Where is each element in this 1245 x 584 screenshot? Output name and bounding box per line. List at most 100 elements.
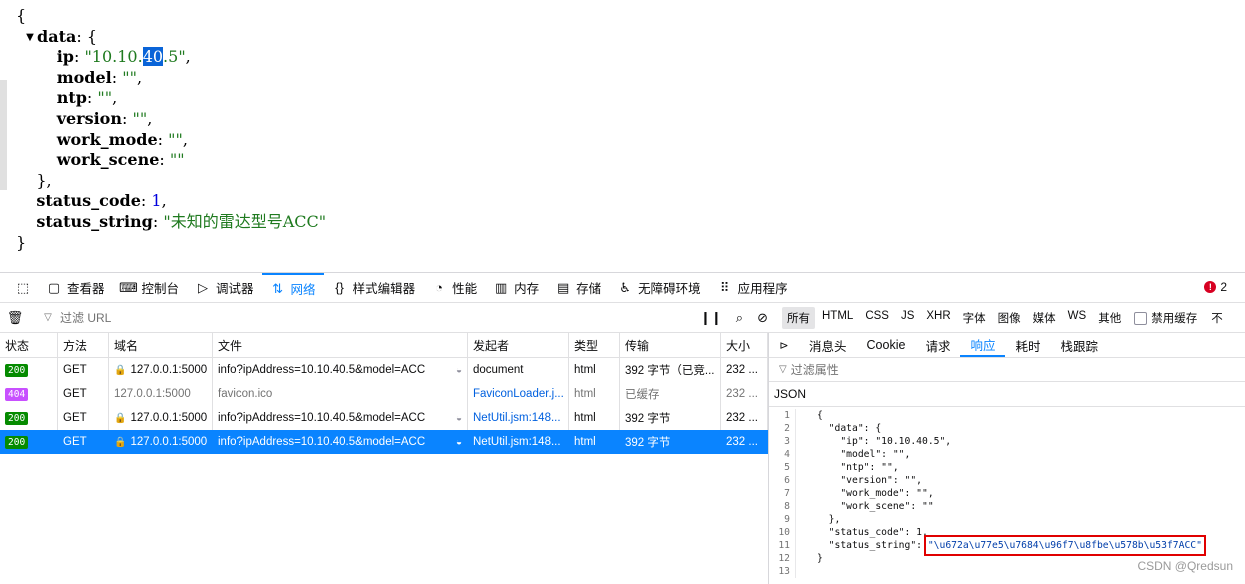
sidebar-toggle-icon[interactable]: ⊳ xyxy=(769,333,799,357)
json-key: ntp xyxy=(56,88,87,108)
tab-accessibility[interactable]: ♿ 无障碍环境 xyxy=(609,273,709,302)
detail-tab[interactable]: Cookie xyxy=(857,333,916,357)
json-string: "" xyxy=(168,129,183,149)
memory-icon: ▥ xyxy=(494,279,508,295)
search-icon[interactable]: ⌕ xyxy=(736,310,743,326)
json-string: "" xyxy=(132,108,148,128)
error-icon: ! xyxy=(1204,281,1217,293)
line-number: 10 xyxy=(778,527,790,538)
detail-tab[interactable]: 响应 xyxy=(960,333,1006,357)
type-filter-button[interactable]: XHR xyxy=(921,307,955,329)
request-row[interactable]: 404 GET 127.0.0.1:5000 favicon.ico FaviconLo… xyxy=(0,382,768,406)
json-key: data xyxy=(37,26,77,46)
json-key: ip xyxy=(56,47,74,67)
detail-tab[interactable]: 请求 xyxy=(915,333,960,357)
json-line: ▼ data: { xyxy=(16,27,326,48)
detail-tabs: ⊳ 消息头 Cookie 请求 响应 耗时 栈跟踪 xyxy=(769,333,1245,358)
disable-cache-checkbox[interactable]: 禁用缓存 xyxy=(1134,310,1197,326)
tab-debugger[interactable]: ▷ 调试器 xyxy=(187,273,262,302)
json-key: work_mode xyxy=(56,129,158,149)
tab-network[interactable]: ⇅ 网络 xyxy=(261,273,324,302)
json-sep: : xyxy=(159,150,170,170)
type-filter-button[interactable]: JS xyxy=(896,307,919,329)
tab-label: 内存 xyxy=(514,282,540,296)
tab-inspector[interactable]: ▢ 查看器 xyxy=(38,273,113,302)
type-filter-button[interactable]: 媒体 xyxy=(1028,307,1061,329)
code-line: 4 "model": "", xyxy=(769,448,1245,461)
filter-properties-input[interactable]: ▽ 过滤属性 xyxy=(769,358,1245,382)
column-header[interactable]: 文件 xyxy=(213,333,468,357)
type-filter-button[interactable]: 字体 xyxy=(958,307,991,329)
json-tree: { ▼ data: { ip: "10.10.40.5", model: "",… xyxy=(16,6,326,253)
json-punct: , xyxy=(161,191,167,211)
line-number: 6 xyxy=(784,475,790,486)
tab-style-editor[interactable]: {} 样式编辑器 xyxy=(324,273,424,302)
code-gutter xyxy=(795,565,817,578)
column-header[interactable]: 状态 xyxy=(0,333,58,357)
initiator-cell[interactable]: NetUtil.jsm:148... xyxy=(468,430,569,454)
detail-tab[interactable]: 消息头 xyxy=(799,333,857,357)
request-row[interactable]: 200 GET 🔒 127.0.0.1:5000 info?ipAddress=10.1… xyxy=(0,358,768,382)
column-header[interactable]: 方法 xyxy=(58,333,109,357)
method-cell: GET xyxy=(58,430,109,454)
line-number: 7 xyxy=(784,488,790,499)
domain-cell: 127.0.0.1:5000 xyxy=(109,382,213,406)
line-number: 2 xyxy=(784,423,790,434)
column-header[interactable]: 大小 xyxy=(721,333,768,357)
json-string: "" xyxy=(122,67,137,87)
file-text: favicon.ico xyxy=(218,388,273,400)
tab-memory[interactable]: ▥ 内存 xyxy=(485,273,547,302)
size-cell: 232 ... xyxy=(721,406,768,430)
tab-label: 无障碍环境 xyxy=(638,282,701,296)
block-icon[interactable]: ⊘ xyxy=(757,310,768,326)
code-gutter xyxy=(795,461,817,474)
tab-application[interactable]: ⠿ 应用程序 xyxy=(709,273,796,302)
json-sep: : xyxy=(121,108,133,128)
json-punct: , xyxy=(182,129,188,149)
tab-console[interactable]: ⌨ 控制台 xyxy=(113,273,188,302)
initiator-cell[interactable]: NetUtil.jsm:148... xyxy=(468,406,569,430)
detail-tab[interactable]: 耗时 xyxy=(1005,333,1050,357)
request-row[interactable]: 200 GET 🔒 127.0.0.1:5000 info?ipAddress=10.1… xyxy=(0,406,768,430)
pause-icon[interactable]: ❙❙ xyxy=(700,310,722,326)
column-header[interactable]: 传输 xyxy=(620,333,721,357)
element-picker-icon[interactable]: ⬚ xyxy=(8,273,38,302)
expand-arrow-icon[interactable]: ▼ xyxy=(26,32,37,43)
column-header[interactable]: 发起者 xyxy=(468,333,569,357)
tab-storage[interactable]: ▤ 存储 xyxy=(547,273,609,302)
json-line: status_code: 1, xyxy=(16,191,326,212)
domain-text: 127.0.0.1:5000 xyxy=(130,436,208,448)
error-count-badge[interactable]: ! 2 xyxy=(1204,280,1227,294)
json-key: status_code xyxy=(36,191,141,211)
throttle-select[interactable]: 不 xyxy=(1211,310,1223,326)
code-text: }, xyxy=(817,514,841,525)
column-header[interactable]: 域名 xyxy=(109,333,213,357)
column-header[interactable]: 类型 xyxy=(569,333,620,357)
type-cell: html xyxy=(569,430,620,454)
file-text: info?ipAddress=10.10.40.5&model=ACC xyxy=(218,364,426,376)
type-filter-button[interactable]: WS xyxy=(1063,307,1092,329)
line-number: 11 xyxy=(778,540,790,551)
json-line: version: "", xyxy=(16,109,326,130)
type-filter-button[interactable]: 所有 xyxy=(782,307,815,329)
type-filter-button[interactable]: CSS xyxy=(860,307,894,329)
filter-properties-placeholder: 过滤属性 xyxy=(790,363,839,377)
detail-tab[interactable]: 栈跟踪 xyxy=(1050,333,1108,357)
trash-icon[interactable]: 🗑 xyxy=(0,310,30,326)
request-row[interactable]: 200 GET 🔒 127.0.0.1:5000 info?ipAddress=10.1… xyxy=(0,430,768,454)
initiator-cell: document xyxy=(468,358,569,382)
viewer-scrollbar[interactable] xyxy=(0,80,7,190)
performance-icon: ◔ xyxy=(435,280,443,295)
filter-url-input[interactable]: ▽ 过滤 URL xyxy=(30,307,690,329)
initiator-cell[interactable]: FaviconLoader.j... xyxy=(468,382,569,406)
transfer-cell: 392 字节（已竞... xyxy=(620,358,721,382)
type-filter-button[interactable]: 其他 xyxy=(1093,307,1126,329)
code-gutter xyxy=(795,487,817,500)
json-section-header[interactable]: JSON xyxy=(769,382,1245,407)
code-text: "model": "", xyxy=(817,449,911,460)
type-filter-button[interactable]: 图像 xyxy=(993,307,1026,329)
network-icon: ⇅ xyxy=(272,280,283,296)
tab-performance[interactable]: ◔ 性能 xyxy=(423,273,485,302)
status-badge: 200 xyxy=(5,411,29,425)
type-filter-button[interactable]: HTML xyxy=(817,307,858,329)
